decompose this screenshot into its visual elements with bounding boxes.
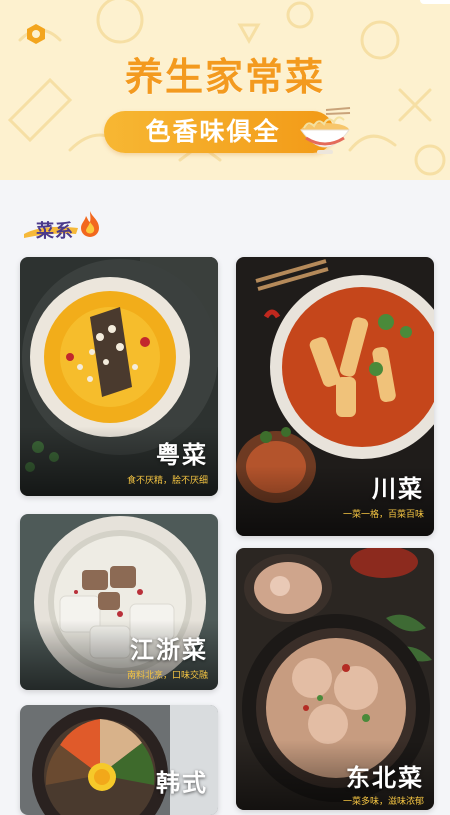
cuisine-name: 韩式 [156,769,208,797]
cuisine-name: 川菜 [372,475,424,503]
cuisine-card-dongbei[interactable]: 东北菜 一菜多味，滋味浓郁 [236,548,434,810]
cuisine-card-chuan[interactable]: 川菜 一菜一格，百菜百味 [236,257,434,536]
banner-subtitle: 色香味俱全 [145,117,281,146]
fire-icon [81,211,99,237]
cuisine-desc: 一菜多味，滋味浓郁 [342,797,424,807]
hexagon-nut-icon [27,24,45,44]
status-bar-corner [420,0,450,4]
cuisine-card-jiangzhe[interactable]: 江浙菜 南料北烹，口味交融 [20,514,218,690]
cuisine-card-yue[interactable]: 粤菜 食不厌精，脍不厌细 [20,257,218,496]
cuisine-desc: 食不厌精，脍不厌细 [126,476,208,486]
cuisine-desc: 南料北烹，口味交融 [126,671,208,681]
header-banner: 养生家常菜 色香味俱全 [0,0,450,180]
korean-cuisine-photo [20,705,218,815]
cuisine-desc: 一菜一格，百菜百味 [342,510,424,520]
cuisine-card-korean[interactable]: 韩式 [20,705,218,815]
banner-title: 养生家常菜 [124,55,325,99]
cuisine-name: 粤菜 [156,441,208,469]
noodle-bowl-icon [300,107,351,154]
section-header: 菜系 [22,208,112,244]
cuisine-name: 江浙菜 [130,636,208,664]
section-title: 菜系 [36,221,74,242]
cuisine-name: 东北菜 [346,764,424,792]
